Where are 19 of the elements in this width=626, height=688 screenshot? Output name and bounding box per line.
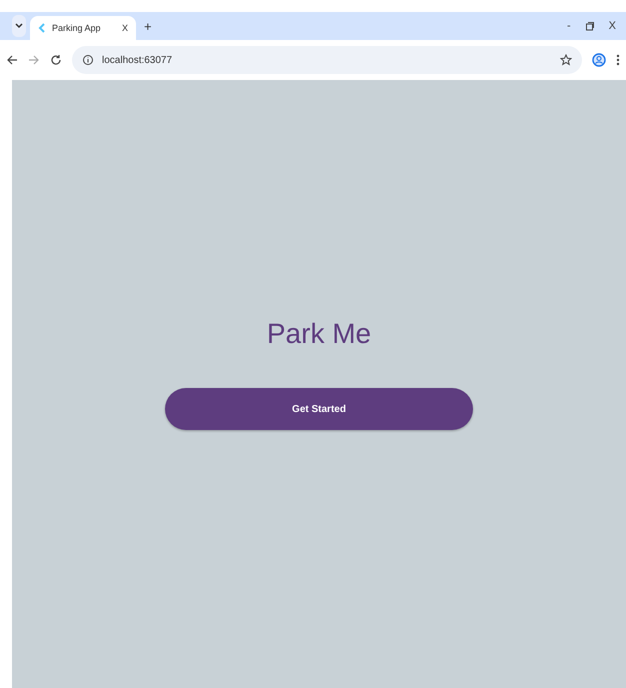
minimize-button[interactable]: -: [566, 20, 571, 32]
tab-search-button[interactable]: [12, 15, 26, 37]
info-icon[interactable]: [82, 54, 94, 66]
reload-icon[interactable]: [50, 54, 62, 66]
profile-icon[interactable]: [592, 53, 606, 67]
browser-tab[interactable]: Parking App X: [30, 16, 136, 40]
get-started-button[interactable]: Get Started: [165, 388, 473, 430]
app-title: Park Me: [266, 318, 372, 350]
star-icon[interactable]: [560, 54, 572, 66]
favicon-icon: [38, 23, 46, 33]
more-icon[interactable]: [616, 53, 620, 67]
tab-title: Parking App: [52, 23, 102, 33]
restore-icon[interactable]: [584, 21, 595, 31]
close-button[interactable]: X: [608, 20, 616, 32]
address-field[interactable]: localhost:63077: [102, 54, 172, 66]
tab-close-button[interactable]: X: [122, 23, 128, 33]
back-icon[interactable]: [6, 54, 18, 66]
chevron-down-icon: [15, 23, 23, 29]
new-tab-button[interactable]: +: [144, 18, 152, 34]
